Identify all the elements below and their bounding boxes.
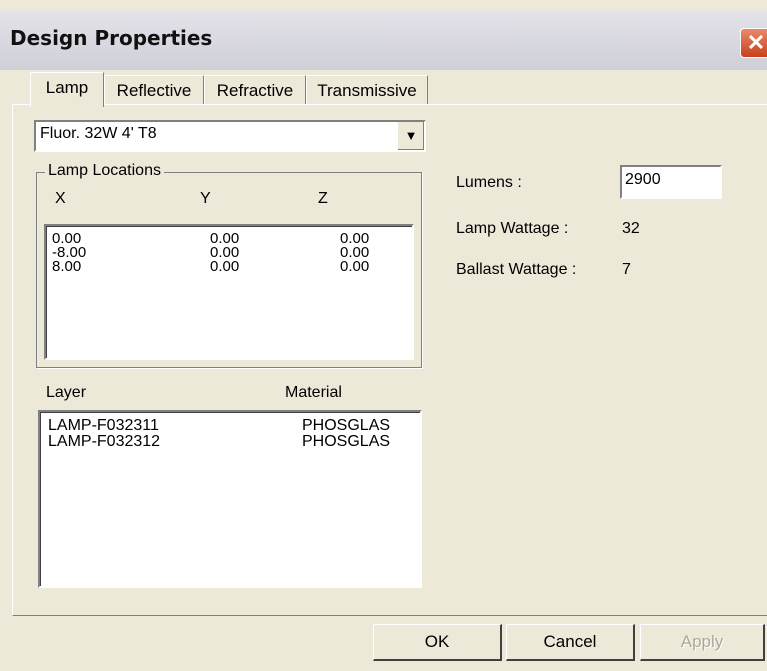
lamp-locations-legend: Lamp Locations [45,162,164,180]
header-material: Material [285,384,342,401]
ballast-wattage-value: 7 [622,261,631,278]
header-z: Z [318,190,328,207]
layer-material-list[interactable]: LAMP-F032311 PHOSGLAS LAMP-F032312 PHOSG… [38,410,422,588]
header-y: Y [200,190,211,207]
lumens-label: Lumens : [456,174,522,191]
ok-button[interactable]: OK [373,624,502,661]
ballast-wattage-label: Ballast Wattage : [456,261,577,278]
lamp-wattage-label: Lamp Wattage : [456,220,569,237]
close-icon: ✕ [746,30,766,55]
lamp-type-dropdown[interactable]: Fluor. 32W 4' T8 ▼ [34,120,426,152]
cancel-button[interactable]: Cancel [506,624,635,661]
tab-transmissive[interactable]: Transmissive [306,75,428,106]
lamp-type-value: Fluor. 32W 4' T8 [40,125,157,142]
dialog-title: Design Properties [10,26,213,50]
lumens-field[interactable]: 2900 [620,165,722,199]
tab-lamp[interactable]: Lamp [30,72,104,107]
chevron-down-icon: ▼ [404,128,418,143]
tab-refractive[interactable]: Refractive [204,75,306,106]
title-bar[interactable]: Design Properties ✕ [0,11,767,70]
lamp-wattage-value: 32 [622,220,640,237]
dropdown-button[interactable]: ▼ [397,122,424,150]
close-button[interactable]: ✕ [740,28,767,58]
lumens-value: 2900 [625,171,661,188]
header-layer: Layer [46,384,87,401]
apply-button[interactable]: Apply [640,624,765,661]
header-x: X [55,190,66,207]
design-properties-dialog: Design Properties ✕ Lamp Reflective Refr… [0,0,767,671]
lamp-locations-list[interactable]: 0.00 0.00 0.00 -8.00 0.00 0.00 8.00 0.00… [44,224,414,360]
tab-reflective[interactable]: Reflective [104,75,204,106]
